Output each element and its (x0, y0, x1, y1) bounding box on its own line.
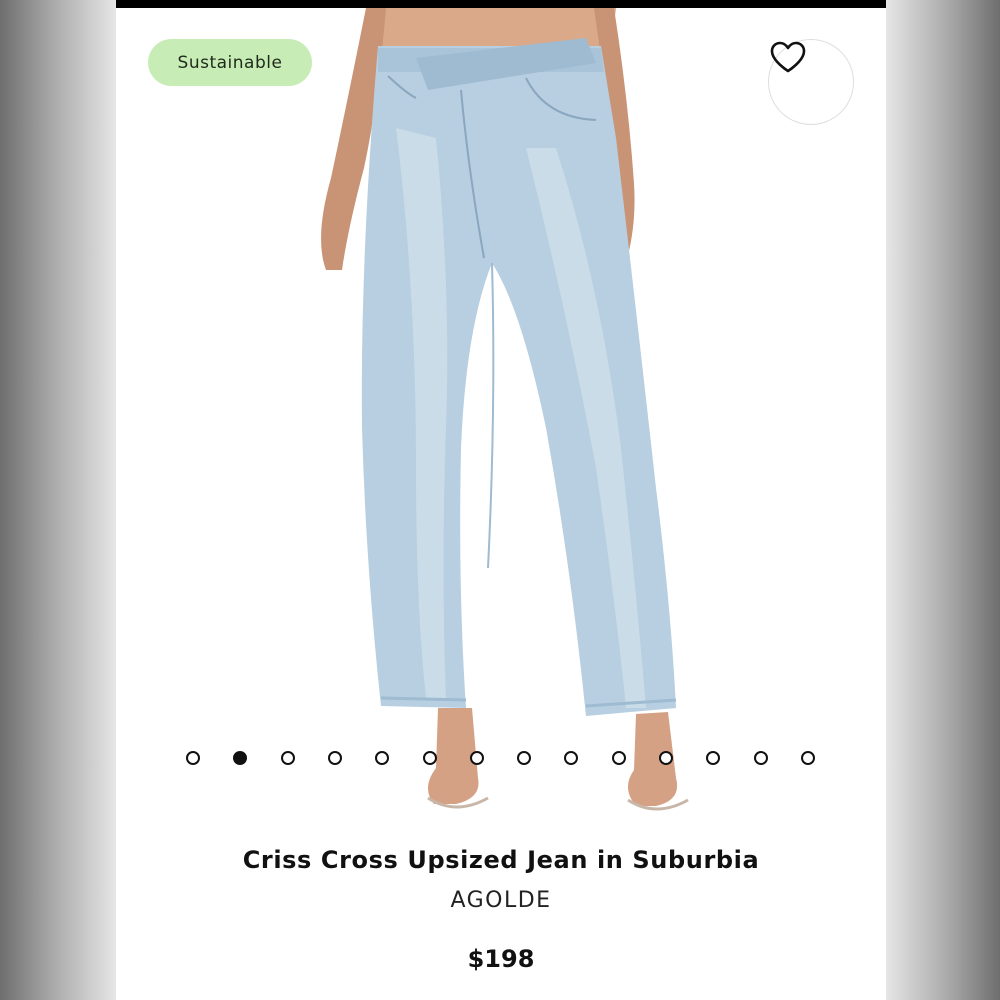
gallery-dot[interactable] (423, 751, 437, 765)
gallery-dot[interactable] (281, 751, 295, 765)
product-price: $198 (467, 945, 535, 973)
gallery-dot[interactable] (233, 751, 247, 765)
gallery-dot[interactable] (375, 751, 389, 765)
product-image[interactable]: Sustainable (116, 8, 886, 830)
gallery-dot[interactable] (612, 751, 626, 765)
gallery-dot[interactable] (706, 751, 720, 765)
gallery-dot[interactable] (801, 751, 815, 765)
blurred-background-right (886, 0, 1000, 1000)
gallery-dot[interactable] (517, 751, 531, 765)
product-brand[interactable]: AGOLDE (116, 888, 886, 913)
gallery-dot[interactable] (564, 751, 578, 765)
heart-icon (770, 41, 806, 73)
product-title[interactable]: Criss Cross Upsized Jean in Suburbia (116, 846, 886, 874)
product-card: Sustainable Criss Cross Upsized Jean in … (116, 8, 886, 1000)
top-bar (116, 0, 886, 8)
screenshot-frame: Sustainable Criss Cross Upsized Jean in … (0, 0, 1000, 1000)
gallery-pagination (116, 749, 886, 769)
gallery-dot[interactable] (754, 751, 768, 765)
gallery-dot[interactable] (328, 751, 342, 765)
blurred-background-left (0, 0, 116, 1000)
gallery-dot[interactable] (186, 751, 200, 765)
sustainable-badge: Sustainable (148, 39, 312, 86)
gallery-dot[interactable] (470, 751, 484, 765)
gallery-dot[interactable] (659, 751, 673, 765)
jeans-illustration (321, 8, 689, 811)
wishlist-button[interactable] (768, 39, 854, 125)
